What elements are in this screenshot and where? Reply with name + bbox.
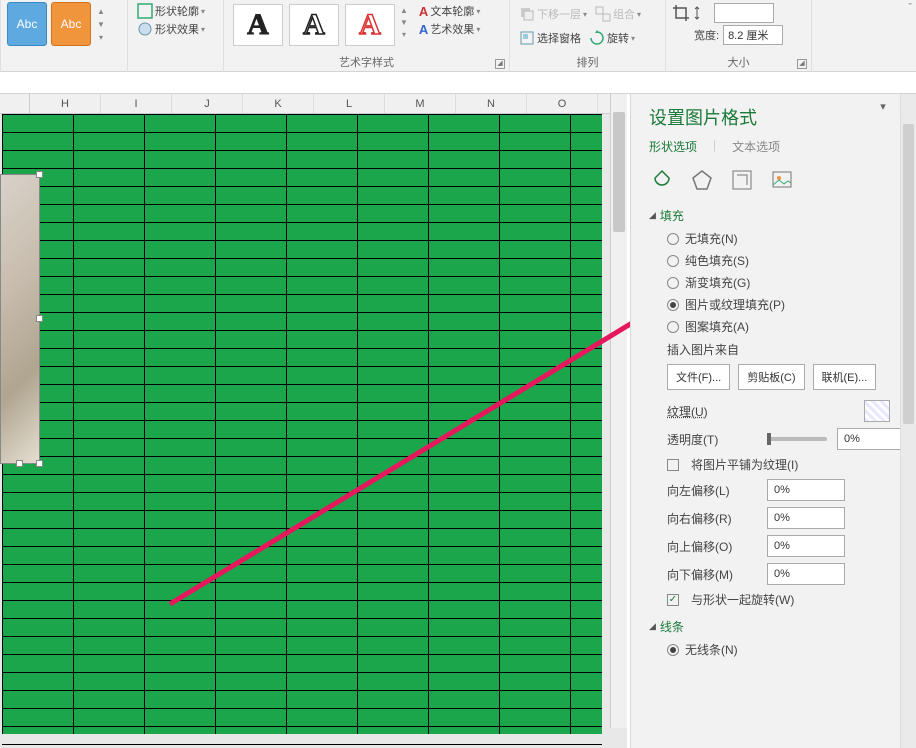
col-header[interactable]: K — [243, 94, 314, 113]
picture-category-icon[interactable] — [769, 167, 795, 193]
offset-down-label: 向下偏移(M) — [667, 566, 757, 583]
offset-down-value[interactable]: 0% — [767, 563, 845, 585]
col-header[interactable]: I — [101, 94, 172, 113]
vertical-scrollbar[interactable] — [610, 94, 627, 728]
tab-text-options[interactable]: 文本选项 — [732, 138, 780, 157]
offset-right-label: 向右偏移(R) — [667, 510, 757, 527]
selection-pane-button[interactable]: 选择窗格 — [516, 29, 584, 47]
wordart-group-label: 艺术字样式 — [224, 54, 509, 70]
resize-handle[interactable] — [16, 460, 23, 467]
pencil-outline-icon — [137, 3, 153, 19]
text-effects-button[interactable]: A 艺术效果▾ — [416, 20, 483, 38]
crop-icon[interactable] — [672, 4, 690, 22]
column-headers: H I J K L M N O — [0, 94, 627, 114]
rotate-with-shape-checkbox[interactable]: ✓与形状一起旋转(W) — [667, 591, 916, 608]
size-group: 宽度: 大小 ◢ — [666, 0, 812, 72]
size-group-label: 大小 — [666, 54, 811, 70]
shape-effects-button[interactable]: 形状效果▾ — [134, 20, 217, 38]
texture-picker[interactable] — [864, 400, 890, 422]
insert-picture-from-label: 插入图片来自 — [667, 341, 916, 358]
radio-pattern-fill[interactable]: 图案填充(A) — [667, 318, 916, 335]
send-backward-button[interactable]: 下移一层▾ — [516, 5, 590, 23]
shape-outline-effects-group: 形状轮廓▾ 形状效果▾ — [128, 0, 224, 72]
col-header[interactable]: N — [456, 94, 527, 113]
group-button[interactable]: 组合▾ — [592, 5, 644, 23]
width-label: 宽度: — [694, 27, 719, 43]
line-section-header[interactable]: ◢线条 — [649, 618, 916, 635]
radio-picture-fill[interactable]: 图片或纹理填充(P) — [667, 296, 916, 313]
height-icon — [694, 6, 710, 20]
wordart-dialog-launcher[interactable]: ◢ — [495, 59, 505, 69]
send-backward-icon — [519, 6, 535, 22]
offset-right-value[interactable]: 0% — [767, 507, 845, 529]
group-icon — [595, 6, 611, 22]
tile-as-texture-checkbox[interactable]: 将图片平铺为纹理(I) — [667, 456, 916, 473]
format-picture-panel: ▾ ✕ 设置图片格式 形状选项 | 文本选项 ◢填充 无填充(N) 纯色填充(S… — [630, 94, 916, 748]
ribbon-collapse-chev[interactable]: ˇ — [908, 2, 912, 14]
offset-left-label: 向左偏移(L) — [667, 482, 757, 499]
rotate-icon — [589, 30, 605, 46]
arrange-group-label: 排列 — [510, 54, 665, 70]
ribbon: Abc Abc ▲ ▼ ▾ 形状轮廓▾ 形状效果▾ A A A ▲ ▼ ▾ — [0, 0, 916, 72]
radio-gradient-fill[interactable]: 渐变填充(G) — [667, 274, 916, 291]
radio-solid-fill[interactable]: 纯色填充(S) — [667, 252, 916, 269]
fill-section-header[interactable]: ◢填充 — [649, 207, 916, 224]
shape-outline-button[interactable]: 形状轮廓▾ — [134, 2, 217, 20]
wordart-style-2[interactable]: A — [289, 4, 339, 46]
width-input[interactable] — [723, 25, 783, 45]
texture-label: 纹理(U) — [667, 403, 757, 420]
panel-scroll-thumb[interactable] — [903, 124, 914, 424]
shape-style-preset-2[interactable]: Abc — [51, 2, 91, 46]
resize-handle[interactable] — [36, 460, 43, 467]
resize-handle[interactable] — [36, 315, 43, 322]
effects-category-icon[interactable] — [689, 167, 715, 193]
worksheet-area[interactable]: H I J K L M N O — [0, 94, 627, 748]
selected-picture-shape[interactable] — [0, 174, 40, 464]
radio-no-line[interactable]: 无线条(N) — [667, 641, 916, 658]
transparency-label: 透明度(T) — [667, 431, 757, 448]
size-dialog-launcher[interactable]: ◢ — [797, 59, 807, 69]
green-fill-range[interactable] — [2, 114, 602, 734]
resize-handle[interactable] — [36, 171, 43, 178]
wordart-style-1[interactable]: A — [233, 4, 283, 46]
col-header[interactable]: M — [385, 94, 456, 113]
col-header[interactable]: L — [314, 94, 385, 113]
col-header[interactable]: J — [172, 94, 243, 113]
offset-left-value[interactable]: 0% — [767, 479, 845, 501]
effects-icon — [137, 21, 153, 37]
selection-pane-icon — [519, 30, 535, 46]
transparency-slider[interactable] — [767, 437, 827, 441]
text-effects-icon: A — [419, 22, 428, 37]
size-category-icon[interactable] — [729, 167, 755, 193]
text-outline-button[interactable]: A 文本轮廓▾ — [416, 2, 483, 20]
fill-line-category-icon[interactable] — [649, 167, 675, 193]
scroll-thumb[interactable] — [613, 112, 625, 232]
arrange-group: 下移一层▾ 组合▾ 选择窗格 旋转▾ 排列 — [510, 0, 666, 72]
insert-from-online-button[interactable]: 联机(E)... — [813, 364, 877, 390]
wordart-styles-group: A A A ▲ ▼ ▾ A 文本轮廓▾ A 艺术效果▾ 艺术字样式 ◢ — [224, 0, 510, 72]
rotate-button[interactable]: 旋转▾ — [586, 29, 638, 47]
offset-up-value[interactable]: 0% — [767, 535, 845, 557]
tab-shape-options[interactable]: 形状选项 — [649, 138, 697, 157]
text-outline-icon: A — [419, 4, 428, 19]
insert-from-clipboard-button[interactable]: 剪贴板(C) — [738, 364, 804, 390]
wordart-style-3[interactable]: A — [345, 4, 395, 46]
shape-style-preset-1[interactable]: Abc — [7, 2, 47, 46]
panel-scrollbar[interactable] — [900, 94, 916, 748]
formula-bar[interactable] — [0, 72, 916, 94]
panel-title: 设置图片格式 — [649, 104, 916, 130]
height-input[interactable] — [714, 3, 774, 23]
radio-no-fill[interactable]: 无填充(N) — [667, 230, 916, 247]
col-header[interactable]: H — [30, 94, 101, 113]
offset-up-label: 向上偏移(O) — [667, 538, 757, 555]
insert-from-file-button[interactable]: 文件(F)... — [667, 364, 730, 390]
col-header[interactable]: O — [527, 94, 598, 113]
shape-styles-group-tail: Abc Abc ▲ ▼ ▾ — [0, 0, 128, 72]
